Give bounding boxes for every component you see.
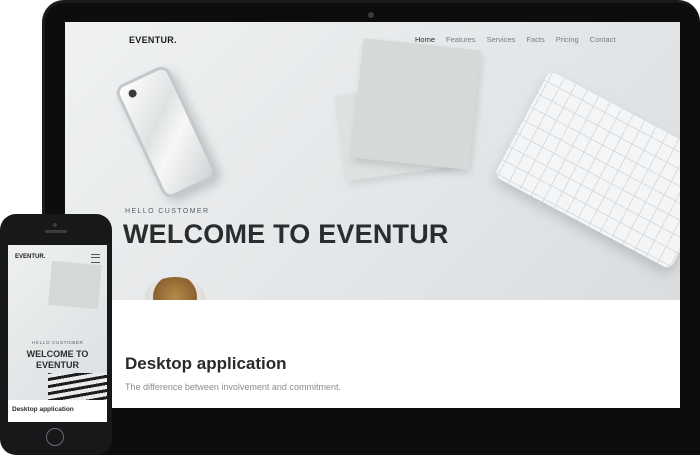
nav-contact[interactable]: Contact [590, 35, 616, 44]
mobile-hero-section: EVENTUR. HELLO CUSTOMER WELCOME TO EVENT… [8, 245, 107, 400]
envelope-image [48, 260, 102, 310]
keyboard-image [493, 70, 680, 270]
desktop-screen: EVENTUR. Home Features Services Facts Pr… [65, 22, 680, 408]
envelope-image [351, 38, 481, 170]
front-camera-icon [53, 223, 57, 227]
nav-services[interactable]: Services [487, 35, 516, 44]
home-button-icon[interactable] [46, 428, 64, 446]
mobile-hero-eyebrow: HELLO CUSTOMER [32, 340, 84, 345]
section-subtitle: The difference between involvement and c… [125, 382, 341, 392]
section-title: Desktop application [125, 354, 287, 373]
mobile-hero-title: WELCOME TO EVENTUR [26, 349, 89, 370]
mobile-screen: EVENTUR. HELLO CUSTOMER WELCOME TO EVENT… [8, 245, 107, 422]
hero-eyebrow: HELLO CUSTOMER [125, 208, 210, 215]
nav-home[interactable]: Home [415, 35, 435, 44]
earpiece-speaker [45, 230, 67, 233]
brand-logo[interactable]: EVENTUR. [129, 35, 177, 45]
menu-icon[interactable] [91, 254, 100, 263]
nav-features[interactable]: Features [446, 35, 476, 44]
phone-camera-decor [127, 88, 138, 99]
content-section: Desktop application The difference betwe… [65, 300, 680, 408]
mobile-device-frame: EVENTUR. HELLO CUSTOMER WELCOME TO EVENT… [0, 214, 112, 455]
stairs-image [48, 373, 107, 400]
main-nav: Home Features Services Facts Pricing Con… [415, 35, 627, 44]
coffee-cup-image [145, 277, 205, 300]
camera-icon [368, 12, 374, 18]
nav-facts[interactable]: Facts [526, 35, 544, 44]
nav-pricing[interactable]: Pricing [556, 35, 579, 44]
hero-title: WELCOME TO EVENTUR [123, 219, 449, 249]
marble-phone-image [113, 63, 219, 201]
mobile-section-title: Desktop application [12, 406, 74, 413]
mobile-brand-logo[interactable]: EVENTUR. [15, 254, 45, 260]
hero-section: EVENTUR. Home Features Services Facts Pr… [65, 22, 680, 300]
